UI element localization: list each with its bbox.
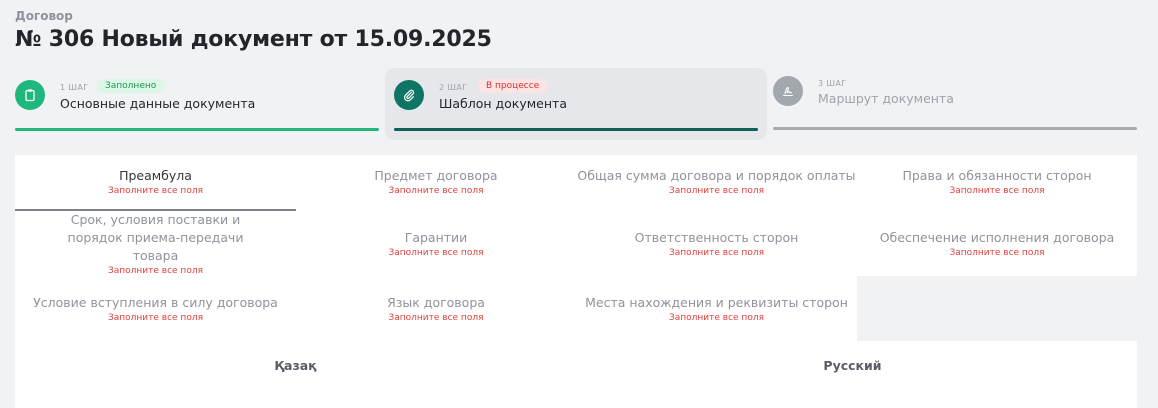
step-main-data[interactable]: 1 ШАГ Заполнено Основные данные документ… [15, 68, 379, 140]
section-tab-subject[interactable]: Предмет договора Заполните все поля [296, 155, 576, 211]
section-title: Общая сумма договора и порядок оплаты [577, 168, 856, 183]
section-warning: Заполните все поля [949, 247, 1045, 258]
step-label: Шаблон документа [439, 96, 567, 111]
section-title: Права и обязанности сторон [902, 168, 1092, 183]
step-template[interactable]: 2 ШАГ В процессе Шаблон документа [385, 68, 767, 140]
section-warning: Заполните все поля [388, 186, 484, 196]
section-title: Места нахождения и реквизиты сторон [585, 294, 848, 310]
section-warning: Заполните все поля [388, 247, 484, 258]
template-sections: Преамбула Заполните все поля Предмет дог… [15, 155, 1137, 341]
section-title: Обеспечение исполнения договора [879, 229, 1115, 245]
paperclip-icon [394, 80, 424, 110]
section-tab-total-amount[interactable]: Общая сумма договора и порядок оплаты За… [576, 155, 857, 211]
section-warning: Заполните все поля [107, 265, 203, 276]
signature-icon [773, 76, 803, 106]
section-warning: Заполните все поля [949, 186, 1045, 196]
section-warning: Заполните все поля [668, 312, 764, 323]
section-title: Предмет договора [374, 168, 498, 183]
step-progress-bar [15, 128, 379, 131]
language-tab-russian[interactable]: Русский [572, 358, 1133, 373]
section-tab-performance-security[interactable]: Обеспечение исполнения договора Заполнит… [857, 211, 1137, 276]
section-warning: Заполните все поля [107, 186, 203, 196]
step-number: 2 ШАГ [439, 83, 468, 92]
section-tab-entry-into-force[interactable]: Условие вступления в силу договора Запол… [15, 276, 296, 341]
language-tab-kazakh[interactable]: Қазақ [15, 358, 576, 373]
section-warning: Заполните все поля [668, 186, 764, 196]
page-title: № 306 Новый документ от 15.09.2025 [15, 27, 492, 52]
step-label: Основные данные документа [60, 96, 256, 111]
section-tab-guarantees[interactable]: Гарантии Заполните все поля [296, 211, 576, 276]
section-title: Ответственность сторон [634, 229, 799, 245]
section-tab-delivery-terms[interactable]: Срок, условия поставки и порядок приема-… [15, 211, 296, 276]
section-tab-liability[interactable]: Ответственность сторон Заполните все пол… [576, 211, 857, 276]
step-route[interactable]: 3 ШАГ Маршрут документа [773, 68, 1137, 140]
section-title: Условие вступления в силу договора [33, 294, 278, 310]
section-tab-preamble[interactable]: Преамбула Заполните все поля [15, 155, 296, 211]
step-number: 3 ШАГ [818, 79, 847, 88]
section-warning: Заполните все поля [388, 312, 484, 323]
language-switch: Қазақ Русский [15, 341, 1137, 408]
section-tab-rights-obligations[interactable]: Права и обязанности сторон Заполните все… [857, 155, 1137, 211]
section-tab-language[interactable]: Язык договора Заполните все поля [296, 276, 576, 341]
clipboard-icon [15, 80, 45, 110]
section-title: Преамбула [119, 168, 192, 183]
step-number: 1 ШАГ [60, 83, 89, 92]
step-progress-bar [773, 127, 1137, 130]
step-progress-bar [394, 128, 758, 131]
status-badge-in-progress: В процессе [478, 79, 548, 93]
section-title: Срок, условия поставки и порядок приема-… [67, 211, 244, 263]
section-warning: Заполните все поля [668, 247, 764, 258]
section-warning: Заполните все поля [107, 312, 203, 323]
status-badge-filled: Заполнено [97, 79, 165, 93]
section-title: Язык договора [387, 294, 485, 310]
document-kind: Договор [15, 9, 73, 23]
step-label: Маршрут документа [818, 91, 954, 106]
section-title: Гарантии [404, 229, 468, 245]
section-tab-addresses-details[interactable]: Места нахождения и реквизиты сторон Запо… [576, 276, 857, 341]
